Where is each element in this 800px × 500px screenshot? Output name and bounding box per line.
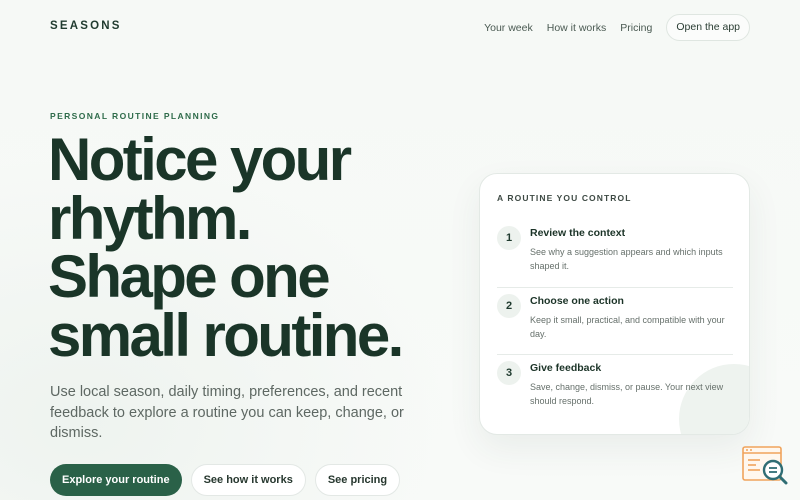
- step-number-badge: 2: [497, 293, 521, 318]
- hero-headline: Notice your rhythm. Shape one small rout…: [48, 126, 468, 369]
- step-item: 1 Review the context See why a suggestio…: [497, 220, 733, 288]
- step-number-badge: 1: [497, 226, 521, 250]
- see-pricing-button[interactable]: See pricing: [314, 464, 401, 496]
- step-item: 2 Choose one action Keep it small, pract…: [497, 288, 733, 355]
- headline-line: Shape one: [48, 243, 331, 310]
- search-document-icon[interactable]: [742, 446, 788, 486]
- headline-line: small routine.: [48, 301, 404, 369]
- hero-description: Use local season, daily timing, preferen…: [50, 384, 404, 441]
- nav-links: Your week How it works Pricing Open the …: [484, 14, 750, 41]
- step-title: Give feedback: [530, 362, 602, 374]
- see-how-it-works-button[interactable]: See how it works: [190, 464, 306, 496]
- hero-cta-row: Explore your routine See how it works Se…: [50, 464, 409, 496]
- brand-logo[interactable]: SEASONS: [50, 20, 122, 32]
- hero-eyebrow: PERSONAL ROUTINE PLANNING: [50, 111, 220, 121]
- routine-control-card: A ROUTINE YOU CONTROL 1 Review the conte…: [479, 173, 750, 435]
- step-item: 3 Give feedback Save, change, dismiss, o…: [497, 355, 733, 423]
- step-description: Save, change, dismiss, or pause. Your ne…: [530, 382, 724, 406]
- explore-routine-button[interactable]: Explore your routine: [50, 464, 182, 496]
- step-number-badge: 3: [497, 361, 521, 385]
- step-title: Review the context: [530, 227, 626, 239]
- nav-link-your-week[interactable]: Your week: [484, 22, 533, 34]
- steps-list: 1 Review the context See why a suggestio…: [497, 220, 733, 423]
- headline-line: Notice your: [48, 126, 352, 193]
- headline-line: rhythm.: [48, 184, 252, 252]
- step-description: Keep it small, practical, and compatible…: [530, 314, 725, 339]
- nav-link-pricing[interactable]: Pricing: [620, 22, 652, 34]
- top-nav: SEASONS Your week How it works Pricing O…: [0, 0, 800, 54]
- open-app-button[interactable]: Open the app: [666, 14, 750, 41]
- step-title: Choose one action: [530, 294, 624, 307]
- nav-link-how-it-works[interactable]: How it works: [547, 22, 607, 34]
- step-description: See why a suggestion appears and which i…: [530, 247, 723, 271]
- card-title: A ROUTINE YOU CONTROL: [497, 193, 632, 203]
- search-document-icon-graphic: [742, 446, 788, 485]
